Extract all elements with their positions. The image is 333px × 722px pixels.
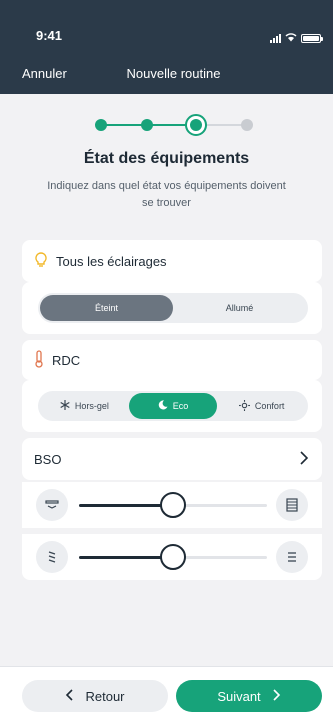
battery-icon [301,33,323,43]
status-time: 9:41 [36,28,63,43]
bso-position-slider-row [22,482,322,528]
slats-flat-icon[interactable] [276,541,308,573]
next-button[interactable]: Suivant [176,680,322,712]
next-label: Suivant [217,688,261,704]
step-4 [241,119,253,131]
moon-icon [158,400,168,412]
step-3-current [185,114,207,136]
bso-position-thumb[interactable] [160,492,186,518]
bso-tilt-track[interactable] [79,544,267,570]
app-header: 9:41 Annuler Nouvelle routine [0,0,333,94]
bso-card[interactable]: BSO [22,438,322,480]
snowflake-icon [60,400,70,412]
heating-card: RDC [22,340,322,380]
lightbulb-icon [34,251,48,271]
footer-bar: Retour Suivant [0,666,333,722]
section-subtitle: Indiquez dans quel état vos équipements … [47,180,286,209]
lighting-off-option[interactable]: Éteint [40,295,173,321]
back-label: Retour [85,688,125,704]
status-icons [270,29,323,47]
page-title: Nouvelle routine [126,66,221,81]
lighting-on-option[interactable]: Allumé [173,295,306,321]
thermometer-icon [34,349,44,371]
signal-icon [270,33,281,43]
step-1 [95,119,107,131]
step-2 [141,119,153,131]
lighting-label: Tous les éclairages [56,253,167,269]
wifi-icon [285,29,297,47]
chevron-left-icon [65,688,74,704]
chevron-right-icon [300,450,309,468]
bso-tilt-thumb[interactable] [160,544,186,570]
mode-hors-gel[interactable]: Hors-gel [40,393,129,419]
bso-position-track[interactable] [79,492,267,518]
section-title: État des équipements [83,150,250,167]
progress-stepper [95,114,255,136]
blind-closed-icon[interactable] [276,489,308,521]
chevron-right-icon [273,688,281,704]
heating-mode-selector: Hors-gel Eco Confort [38,391,308,421]
bso-tilt-fill [79,556,173,559]
lighting-toggle-card: Éteint Allumé [22,282,322,334]
mode-eco[interactable]: Eco [128,393,218,419]
lighting-toggle: Éteint Allumé [38,293,308,323]
bso-position-fill [79,504,173,507]
bso-tilt-slider-row [22,534,322,580]
blind-open-icon[interactable] [36,489,68,521]
heating-mode-card: Hors-gel Eco Confort [22,380,322,432]
bso-label: BSO [34,451,62,467]
mode-confort[interactable]: Confort [217,393,306,419]
heating-label: RDC [52,352,81,368]
sun-icon [238,399,250,413]
slats-tilt-icon[interactable] [36,541,68,573]
back-button[interactable]: Retour [22,680,168,712]
lighting-card: Tous les éclairages [22,240,322,282]
